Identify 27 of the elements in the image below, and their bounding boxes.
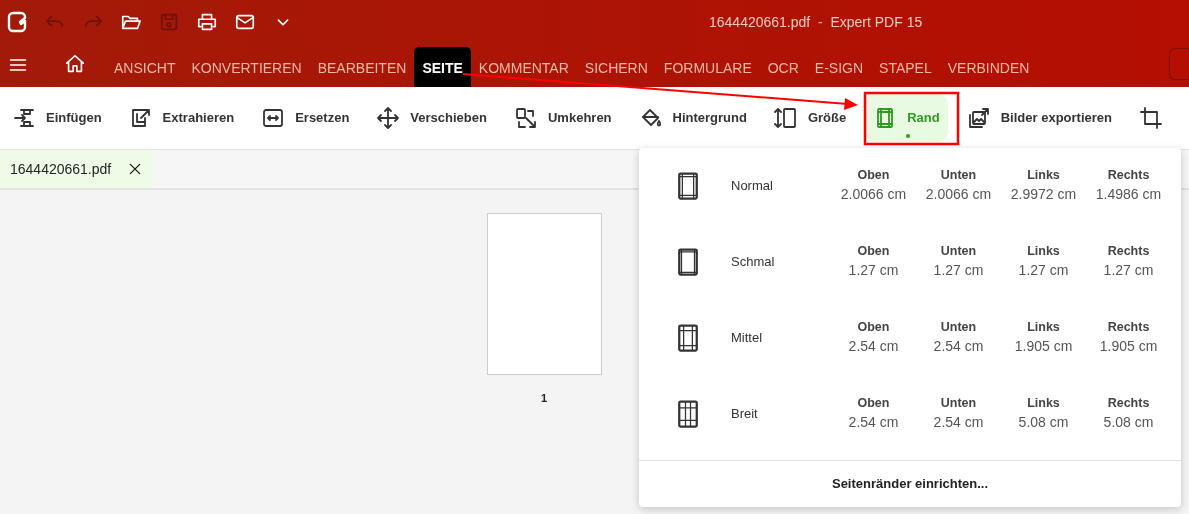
page-setup-button[interactable]: Seitenränder einrichten...: [639, 460, 1181, 507]
ribbon-button[interactable]: Hintergrund: [630, 94, 755, 142]
document-tab[interactable]: 1644420661.pdf: [0, 150, 154, 188]
menu-tab[interactable]: VERBINDEN: [939, 47, 1038, 87]
ribbon-button[interactable]: Größe: [765, 94, 855, 142]
menu-tab[interactable]: SICHERN: [576, 47, 656, 87]
menu-tab[interactable]: ANSICHT: [106, 47, 184, 87]
menu-tab[interactable]: FORMULARE: [655, 47, 760, 87]
menu-item[interactable]: Normal Oben 2.0066 cm Unten 2.0066 cm Links 2.9972 cm Rechts 1.4986 cm: [639, 148, 1181, 224]
page-number: 1: [540, 391, 548, 406]
menu-item[interactable]: Schmal Oben 1.27 cm Unten 1.27 cm Links 1.27 cm Rechts 1.27 cm: [639, 224, 1181, 300]
ribbon-button[interactable]: Verschieben: [368, 94, 495, 142]
menu-item[interactable]: Mittel Oben 2.54 cm Unten 2.54 cm Links 1.905 cm Rechts 1.905 cm: [639, 300, 1181, 376]
menu-tab[interactable]: KOMMENTAR: [470, 47, 577, 87]
menu-item[interactable]: Breit Oben 2.54 cm Unten 2.54 cm Links 5.08 cm Rechts 5.08 cm: [639, 376, 1181, 452]
menu-tab[interactable]: BEARBEITEN: [309, 47, 415, 87]
menu-tab[interactable]: E-SIGN: [806, 47, 872, 87]
ribbon-button[interactable]: Extrahieren: [120, 94, 243, 142]
menu-tab[interactable]: STAPEL: [871, 47, 940, 87]
ribbon-button[interactable]: Einfügen: [4, 94, 110, 142]
window-title: 1644420661.pdf - Expert PDF 15: [709, 12, 923, 32]
ribbon-button[interactable]: Umkehren: [505, 94, 620, 142]
menu-tab[interactable]: KONVERTIEREN: [183, 47, 310, 87]
ribbon-button[interactable]: Bilder exportieren: [958, 94, 1120, 142]
ribbon-button[interactable]: Ersetzen: [253, 94, 358, 142]
menu-tab[interactable]: SEITE: [414, 47, 471, 87]
menu-tab[interactable]: OCR: [759, 47, 807, 87]
